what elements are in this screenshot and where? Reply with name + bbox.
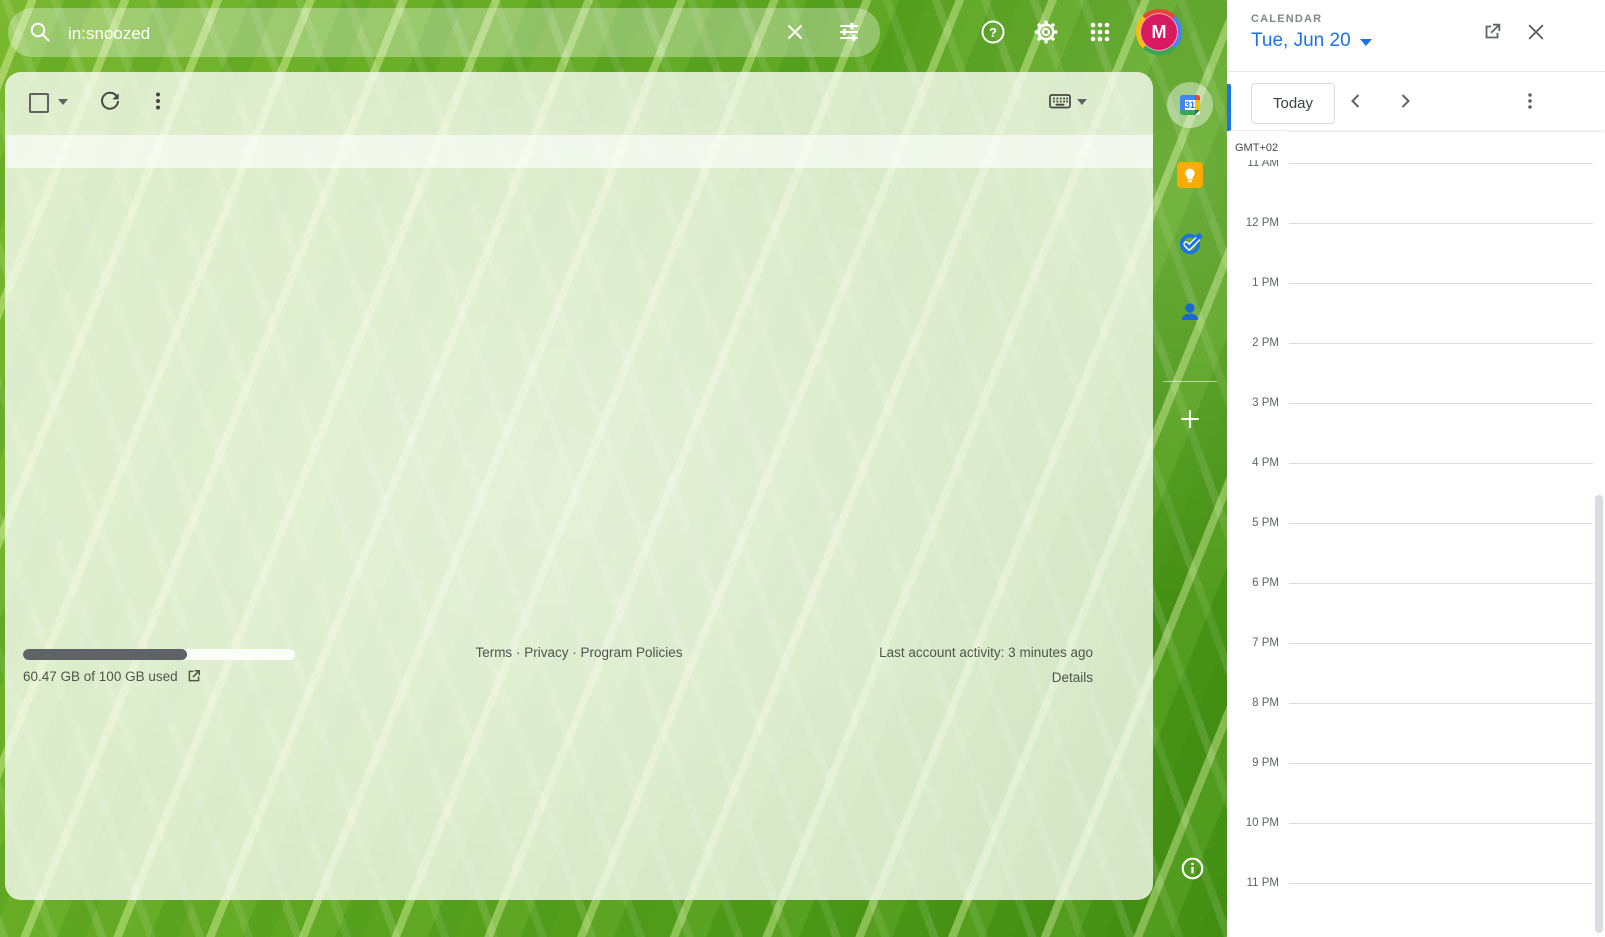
calendar-date-label: Tue, Jun 20	[1251, 30, 1351, 52]
hour-label: 12 PM	[1227, 215, 1279, 231]
hour-label: 9 PM	[1227, 755, 1279, 771]
calendar-date-selector[interactable]: Tue, Jun 20	[1251, 30, 1372, 52]
hour-gridline	[1289, 823, 1593, 824]
hour-gridline	[1289, 163, 1593, 164]
svg-text:?: ?	[989, 25, 997, 40]
calendar-side-panel: CALENDAR Tue, Jun 20 Today 11 AM12 PM1 P…	[1227, 0, 1605, 937]
hour-label: 1 PM	[1227, 275, 1279, 291]
hour-gridline	[1289, 283, 1593, 284]
hour-gridline	[1289, 223, 1593, 224]
previous-day-chevron-icon[interactable]	[1344, 89, 1368, 113]
search-bar[interactable]	[8, 8, 880, 57]
calendar-panel-title: CALENDAR	[1251, 13, 1322, 25]
program-policies-link[interactable]: Program Policies	[581, 645, 683, 660]
google-apps-grid-icon[interactable]	[1086, 18, 1114, 46]
storage-used-label: 60.47 GB of 100 GB used	[23, 669, 178, 684]
calendar-toolbar: Today	[1227, 72, 1605, 130]
select-all-checkbox[interactable]	[29, 93, 49, 113]
settings-gear-icon[interactable]	[1032, 18, 1060, 46]
today-button[interactable]: Today	[1251, 83, 1335, 124]
hour-gridline	[1289, 763, 1593, 764]
search-icon[interactable]	[28, 20, 52, 44]
hour-gridline	[1289, 403, 1593, 404]
help-icon[interactable]: ?	[979, 18, 1007, 46]
timezone-label: GMT+02	[1235, 142, 1278, 154]
hour-label: 3 PM	[1227, 395, 1279, 411]
hour-label: 7 PM	[1227, 635, 1279, 651]
side-panel-divider	[1163, 381, 1217, 382]
account-avatar[interactable]: M	[1136, 9, 1182, 55]
hour-label: 2 PM	[1227, 335, 1279, 351]
terms-link[interactable]: Terms	[475, 645, 512, 660]
next-day-chevron-icon[interactable]	[1393, 89, 1417, 113]
hour-gridline	[1289, 343, 1593, 344]
keep-app-icon[interactable]	[1177, 162, 1203, 188]
search-options-icon[interactable]	[837, 20, 861, 44]
hour-label: 6 PM	[1227, 575, 1279, 591]
calendar-more-options-icon[interactable]	[1518, 89, 1542, 113]
side-panel-info-icon[interactable]	[1180, 856, 1205, 881]
details-link[interactable]: Details	[1052, 670, 1093, 685]
hour-gridline	[1289, 883, 1593, 884]
storage-external-link-icon[interactable]	[186, 668, 202, 684]
input-tools-keyboard-icon[interactable]	[1047, 89, 1073, 113]
footer-separator: ·	[572, 645, 577, 660]
close-panel-icon[interactable]	[1525, 21, 1547, 43]
contacts-app-icon[interactable]	[1178, 300, 1202, 324]
timezone-mask: GMT+02	[1227, 131, 1287, 160]
date-dropdown-icon	[1360, 39, 1372, 46]
get-add-ons-plus-icon[interactable]	[1178, 407, 1202, 431]
hour-gridline	[1289, 703, 1593, 704]
hour-gridline	[1289, 463, 1593, 464]
hour-gridline	[1289, 523, 1593, 524]
hour-label: 11 PM	[1227, 875, 1279, 891]
svg-text:31: 31	[1185, 100, 1195, 110]
active-app-indicator	[1227, 84, 1231, 131]
hour-label: 10 PM	[1227, 815, 1279, 831]
search-input[interactable]	[66, 8, 710, 59]
footer-separator: ·	[516, 645, 521, 660]
hour-label: 5 PM	[1227, 515, 1279, 531]
refresh-icon[interactable]	[98, 89, 122, 113]
privacy-link[interactable]: Privacy	[524, 645, 568, 660]
last-account-activity: Last account activity: 3 minutes ago	[879, 645, 1093, 660]
hour-gridline	[1289, 583, 1593, 584]
empty-message-row	[5, 135, 1153, 168]
hour-gridline	[1289, 643, 1593, 644]
mail-list-panel: 60.47 GB of 100 GB used Terms · Privacy …	[5, 72, 1153, 900]
calendar-app-icon[interactable]: 31	[1178, 93, 1202, 117]
avatar-initial: M	[1140, 13, 1178, 51]
more-options-icon[interactable]	[146, 89, 170, 113]
tasks-app-icon[interactable]	[1178, 231, 1203, 256]
clear-search-icon[interactable]	[783, 20, 807, 44]
calendar-grid: 11 AM12 PM1 PM2 PM3 PM4 PM5 PM6 PM7 PM8 …	[1227, 131, 1605, 937]
open-in-new-icon[interactable]	[1480, 20, 1504, 44]
select-dropdown-icon[interactable]	[58, 99, 68, 105]
hour-label: 4 PM	[1227, 455, 1279, 471]
hour-label: 8 PM	[1227, 695, 1279, 711]
calendar-scrollbar-thumb[interactable]	[1595, 495, 1603, 933]
input-tools-dropdown-icon[interactable]	[1077, 99, 1087, 105]
